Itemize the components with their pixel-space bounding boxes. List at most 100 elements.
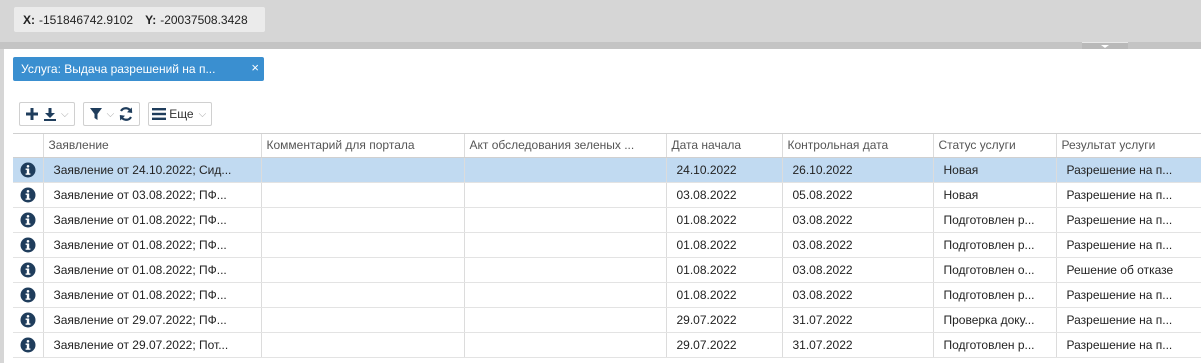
- hamburger-icon: [152, 108, 167, 120]
- control-date-cell: 31.07.2022: [782, 307, 934, 333]
- act-cell: [464, 307, 667, 333]
- control-date-cell: 26.10.2022: [782, 157, 934, 183]
- download-icon: [44, 108, 56, 121]
- start-date-cell: 03.08.2022: [666, 182, 783, 208]
- table-row[interactable]: Заявление от 01.08.2022; ПФ... 01.08.2022…: [13, 282, 1201, 308]
- panel-splitter[interactable]: [0, 42, 1201, 49]
- column-header[interactable]: Контрольная дата: [782, 134, 934, 158]
- row-info-button[interactable]: [13, 257, 44, 283]
- chevron-down-icon[interactable]: ⌵: [107, 109, 115, 120]
- row-info-button[interactable]: [13, 307, 44, 333]
- grid-body: Заявление от 24.10.2022; Сид... 24.10.202…: [13, 157, 1201, 358]
- table-row[interactable]: Заявление от 29.07.2022; ПФ... 29.07.2022…: [13, 307, 1201, 333]
- column-header[interactable]: Статус услуги: [933, 134, 1057, 158]
- table-row[interactable]: Заявление от 01.08.2022; ПФ... 01.08.2022…: [13, 257, 1201, 283]
- x-label: X:: [23, 12, 35, 27]
- comment-cell: [261, 182, 465, 208]
- more-menu-button[interactable]: Еще ⌵: [148, 102, 213, 126]
- statement-cell: Заявление от 24.10.2022; Сид...: [43, 157, 262, 183]
- coordinates-readout: X: -151846742.9102 Y: -20037508.3428: [14, 7, 265, 32]
- comment-cell: [261, 157, 465, 183]
- service-filter-tag[interactable]: Услуга: Выдача разрешений на п... ×: [13, 57, 264, 81]
- collapse-panel-handle[interactable]: [1082, 42, 1128, 49]
- status-cell: Подготовлен р...: [933, 332, 1057, 358]
- start-date-cell: 29.07.2022: [666, 332, 783, 358]
- row-info-button[interactable]: [13, 282, 44, 308]
- info-circle-icon: [20, 212, 36, 227]
- act-cell: [464, 257, 667, 283]
- row-info-button[interactable]: [13, 182, 44, 208]
- table-row[interactable]: Заявление от 24.10.2022; Сид... 24.10.202…: [13, 157, 1201, 183]
- table-row[interactable]: Заявление от 01.08.2022; ПФ... 01.08.2022…: [13, 232, 1201, 258]
- control-date-cell: 31.07.2022: [782, 332, 934, 358]
- result-cell: Решение об отказе: [1056, 257, 1201, 283]
- info-circle-icon: [20, 262, 36, 277]
- result-cell: Разрешение на п...: [1056, 307, 1201, 333]
- filter-button[interactable]: [87, 103, 105, 125]
- info-circle-icon: [20, 337, 36, 352]
- table-row[interactable]: Заявление от 29.07.2022; Пот... 29.07.202…: [13, 332, 1201, 358]
- add-button[interactable]: [23, 103, 41, 125]
- chevron-down-icon: ⌵: [198, 108, 207, 120]
- status-cell: Новая: [933, 157, 1057, 183]
- control-date-cell: 03.08.2022: [782, 232, 934, 258]
- statement-cell: Заявление от 01.08.2022; ПФ...: [43, 232, 262, 258]
- applications-table: Заявление Комментарий для портала Акт обсл…: [13, 134, 1201, 358]
- comment-cell: [261, 307, 465, 333]
- start-date-cell: 24.10.2022: [666, 157, 783, 183]
- refresh-button[interactable]: [116, 103, 136, 125]
- info-circle-icon: [20, 162, 36, 177]
- applications-grid: Заявление Комментарий для портала Акт обсл…: [13, 133, 1201, 363]
- status-cell: Подготовлен р...: [933, 232, 1057, 258]
- column-header[interactable]: Дата начала: [666, 134, 783, 158]
- column-header[interactable]: Акт обследования зеленых ...: [464, 134, 667, 158]
- chevron-down-icon[interactable]: ⌵: [61, 109, 69, 120]
- act-cell: [464, 207, 667, 233]
- results-panel: Услуга: Выдача разрешений на п... × ⌵ ⌵ …: [4, 49, 1201, 363]
- status-cell: Подготовлен р...: [933, 282, 1057, 308]
- close-icon[interactable]: ×: [251, 61, 259, 75]
- control-date-cell: 03.08.2022: [782, 207, 934, 233]
- plus-icon: [26, 108, 38, 120]
- control-date-cell: 03.08.2022: [782, 282, 934, 308]
- act-cell: [464, 282, 667, 308]
- refresh-icon: [119, 107, 133, 121]
- info-circle-icon: [20, 312, 36, 327]
- row-info-button[interactable]: [13, 207, 44, 233]
- column-header[interactable]: [13, 134, 44, 158]
- statement-cell: Заявление от 29.07.2022; Пот...: [43, 332, 262, 358]
- result-cell: Разрешение на п...: [1056, 232, 1201, 258]
- grid-toolbar: ⌵ ⌵ Еще ⌵: [19, 102, 213, 126]
- statement-cell: Заявление от 01.08.2022; ПФ...: [43, 282, 262, 308]
- result-cell: Разрешение на п...: [1056, 207, 1201, 233]
- start-date-cell: 01.08.2022: [666, 232, 783, 258]
- column-header[interactable]: Результат услуги: [1056, 134, 1201, 158]
- statement-cell: Заявление от 01.08.2022; ПФ...: [43, 257, 262, 283]
- row-info-button[interactable]: [13, 232, 44, 258]
- y-value: -20037508.3428: [160, 12, 248, 27]
- x-value: -151846742.9102: [39, 12, 134, 27]
- statement-cell: Заявление от 01.08.2022; ПФ...: [43, 207, 262, 233]
- result-cell: Разрешение на п...: [1056, 332, 1201, 358]
- statement-cell: Заявление от 03.08.2022; ПФ...: [43, 182, 262, 208]
- act-cell: [464, 332, 667, 358]
- filter-icon: [89, 108, 102, 120]
- control-date-cell: 03.08.2022: [782, 257, 934, 283]
- table-row[interactable]: Заявление от 03.08.2022; ПФ... 03.08.2022…: [13, 182, 1201, 208]
- column-header[interactable]: Заявление: [43, 134, 262, 158]
- result-cell: Разрешение на п...: [1056, 157, 1201, 183]
- service-filter-label: Услуга: Выдача разрешений на п...: [21, 62, 216, 76]
- y-label: Y:: [145, 12, 157, 27]
- download-button[interactable]: [41, 103, 59, 125]
- more-label: Еще: [169, 107, 194, 121]
- info-circle-icon: [20, 237, 36, 252]
- statement-cell: Заявление от 29.07.2022; ПФ...: [43, 307, 262, 333]
- act-cell: [464, 232, 667, 258]
- table-row[interactable]: Заявление от 01.08.2022; ПФ... 01.08.2022…: [13, 207, 1201, 233]
- column-header[interactable]: Комментарий для портала: [261, 134, 465, 158]
- row-info-button[interactable]: [13, 332, 44, 358]
- info-circle-icon: [20, 287, 36, 302]
- add-export-group: ⌵: [19, 102, 75, 126]
- row-info-button[interactable]: [13, 157, 44, 183]
- comment-cell: [261, 257, 465, 283]
